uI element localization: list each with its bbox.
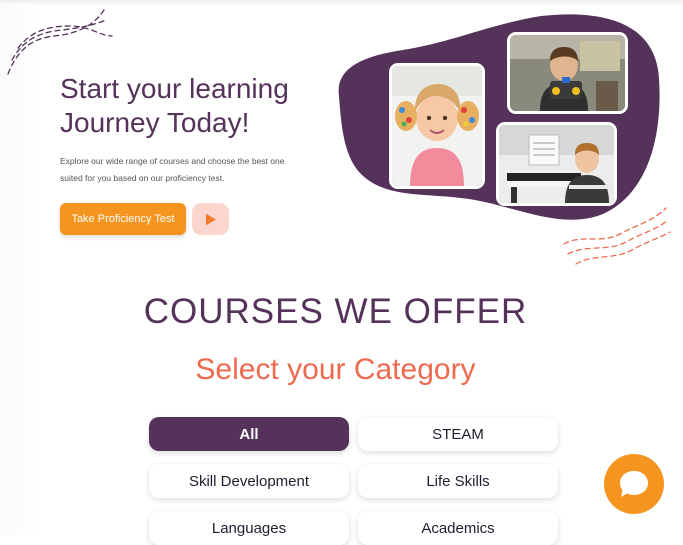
- category-steam-button[interactable]: STEAM: [358, 417, 558, 451]
- play-video-button[interactable]: [192, 203, 229, 235]
- dashed-squiggle-decoration-top-left: [7, 9, 113, 75]
- category-skill-development-button[interactable]: Skill Development: [149, 464, 349, 498]
- child-with-robot-photo: [507, 32, 628, 114]
- hero-description: Explore our wide range of courses and ch…: [60, 156, 285, 183]
- take-proficiency-test-button[interactable]: Take Proficiency Test: [60, 203, 186, 235]
- category-subtitle: Select your Category: [195, 353, 476, 386]
- category-languages-button[interactable]: Languages: [149, 511, 349, 545]
- hero-title-line-1: Start your learning: [60, 73, 289, 104]
- child-playing-piano-photo: [496, 122, 617, 206]
- category-all-button[interactable]: All: [149, 417, 349, 451]
- hero-title-line-2: Journey Today!: [60, 107, 250, 138]
- category-academics-button[interactable]: Academics: [358, 511, 558, 545]
- top-edge: [0, 0, 683, 6]
- courses-section-title: COURSES WE OFFER: [143, 292, 528, 331]
- chat-button[interactable]: [604, 454, 664, 514]
- child-painted-hands-photo: [389, 63, 485, 189]
- play-icon: [205, 213, 216, 225]
- category-life-skills-button[interactable]: Life Skills: [358, 464, 558, 498]
- chat-bubble-icon: [620, 471, 648, 497]
- hero-title: Start your learning Journey Today!: [60, 72, 340, 140]
